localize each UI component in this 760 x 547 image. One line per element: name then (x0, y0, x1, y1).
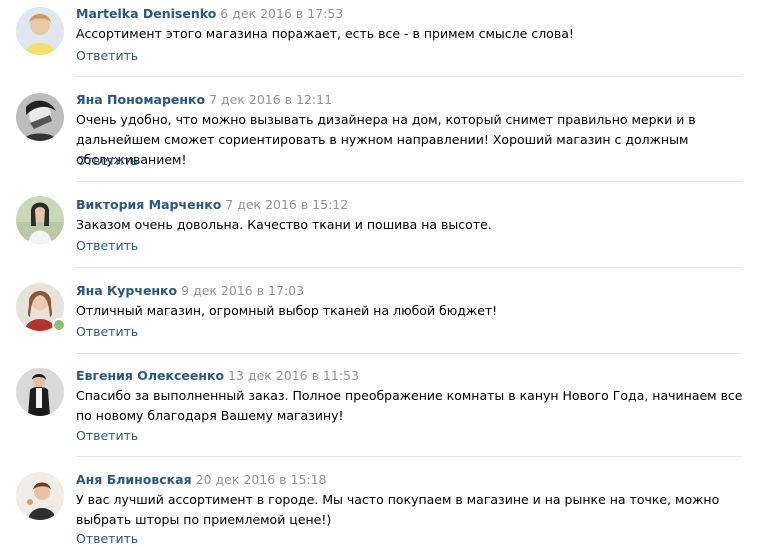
comment-separator (76, 353, 742, 354)
comment-author-link[interactable]: Евгения Олексеенко (76, 368, 224, 383)
reply-link[interactable]: Ответить (76, 531, 138, 547)
avatar-viktoriya-marchenko[interactable] (16, 196, 64, 244)
comment-date[interactable]: 9 дек 2016 в 17:03 (181, 283, 304, 298)
comment-date[interactable]: 7 дек 2016 в 15:12 (225, 197, 348, 212)
comment-author-link[interactable]: Яна Курченко (76, 283, 177, 298)
comment-separator (76, 456, 742, 457)
comment-author-link[interactable]: Яна Пономаренко (76, 92, 205, 107)
avatar-evgeniya-oleksenko[interactable] (16, 368, 64, 416)
comment-text: Спасибо за выполненный заказ. Полное пре… (76, 388, 743, 423)
comment-text: Отличный магазин, огромный выбор тканей … (76, 303, 498, 318)
avatar-photo-icon (16, 368, 64, 416)
comment-date[interactable]: 13 дек 2016 в 11:53 (228, 368, 359, 383)
avatar-yana-ponomarenko[interactable] (16, 93, 64, 141)
reply-link[interactable]: Ответить (76, 324, 138, 340)
comment-author-link[interactable]: Martelka Denisenko (76, 6, 216, 21)
comment-author-link[interactable]: Аня Блиновская (76, 472, 192, 487)
reply-link[interactable]: Ответить (76, 48, 138, 64)
comment-text: Ассортимент этого магазина поражает, ест… (76, 26, 574, 41)
comment-date[interactable]: 6 дек 2016 в 17:53 (220, 6, 343, 21)
avatar-photo-icon (16, 7, 64, 55)
avatar-photo-icon (16, 93, 64, 141)
comment-author-link[interactable]: Виктория Марченко (76, 197, 221, 212)
online-status-indicator (52, 318, 66, 332)
comment-date[interactable]: 7 дек 2016 в 12:11 (209, 92, 332, 107)
reply-link[interactable]: Ответить (76, 238, 138, 254)
reply-link[interactable]: Ответить (76, 153, 138, 169)
comment-separator (76, 76, 742, 77)
comments-list: Martelka Denisenko 6 дек 2016 в 17:53 Асс… (0, 0, 760, 547)
comment-text: У вас лучший ассортимент в городе. Мы ча… (76, 492, 720, 527)
reply-link[interactable]: Ответить (76, 428, 138, 444)
avatar-photo-icon (16, 472, 64, 520)
comment-date[interactable]: 20 дек 2016 в 15:18 (196, 472, 327, 487)
comment-text: Очень удобно, что можно вызывать дизайне… (76, 112, 696, 167)
comment-separator (76, 181, 742, 182)
comment-separator (76, 267, 742, 268)
comment-text: Заказом очень довольна. Качество ткани и… (76, 217, 492, 232)
avatar-anya-blinovskaya[interactable] (16, 472, 64, 520)
avatar-photo-icon (16, 196, 64, 244)
avatar-martelka-denisenko[interactable] (16, 7, 64, 55)
